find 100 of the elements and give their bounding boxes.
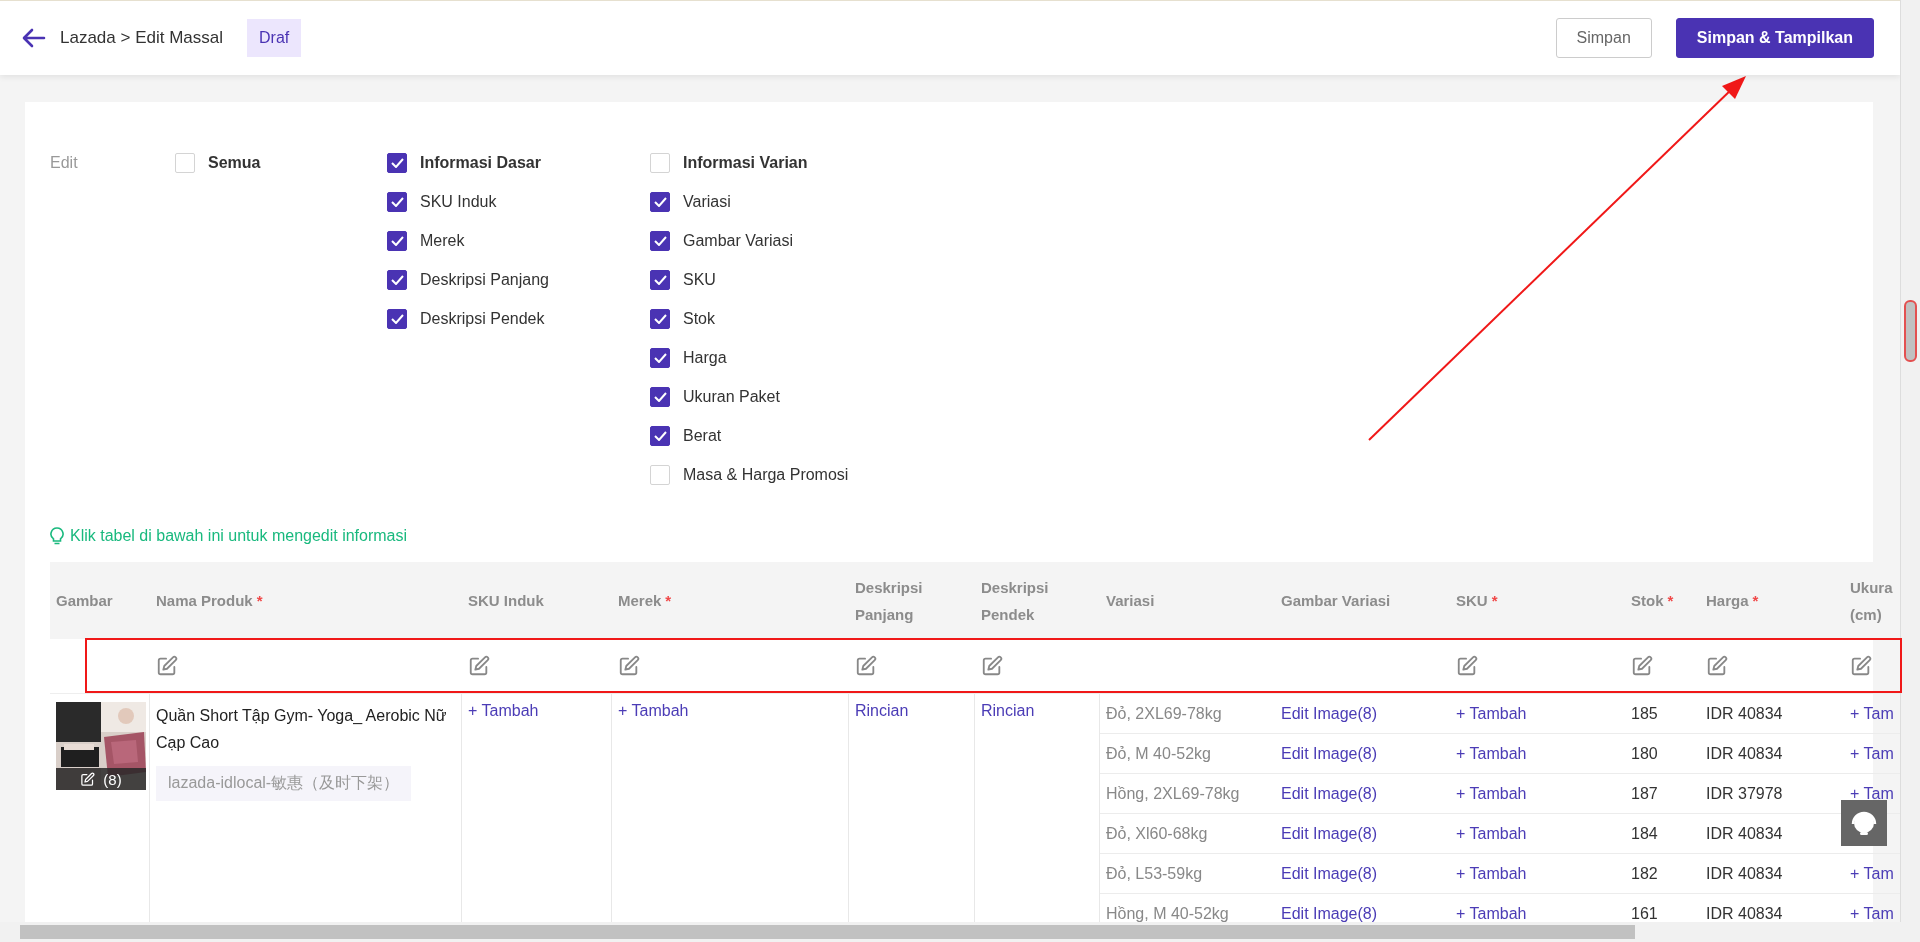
checkmark-icon (653, 197, 667, 207)
checkmark-icon (390, 158, 404, 168)
support-button[interactable] (1841, 800, 1887, 846)
checkbox-label: Berat (683, 427, 722, 445)
variant-name: Hồng, 2XL69-78kg (1100, 774, 1275, 814)
edit-image-link[interactable]: Edit Image(8) (1281, 904, 1378, 922)
edit-image-link[interactable]: Edit Image(8) (1281, 784, 1378, 803)
checkbox-label: Merek (420, 232, 465, 250)
checkbox-label: SKU Induk (420, 193, 497, 211)
column-header: Deskripsi Panjang (849, 562, 975, 639)
checkbox-label: Semua (208, 154, 261, 172)
add-link[interactable]: + Tambah (1456, 904, 1527, 922)
variant-name: Đỏ, 2XL69-78kg (1100, 694, 1275, 734)
column-header: Gambar Variasi (1275, 562, 1450, 639)
column-header: SKU Induk (462, 562, 612, 639)
checkbox[interactable] (387, 192, 407, 212)
checkmark-icon (653, 431, 667, 441)
scroll-thumb[interactable] (20, 925, 1635, 939)
checkbox[interactable] (387, 153, 407, 173)
checkmark-icon (653, 392, 667, 402)
image-edit-bar[interactable]: (8) (56, 768, 146, 790)
add-link[interactable]: + Tam (1850, 784, 1894, 803)
checkbox-label: Gambar Variasi (683, 232, 793, 250)
checkbox[interactable] (650, 192, 670, 212)
edit-label: Edit (50, 153, 79, 173)
column-header: Nama Produk * (150, 562, 462, 639)
breadcrumb: Lazada > Edit Massal (60, 28, 223, 48)
add-link[interactable]: + Tam (1850, 744, 1894, 763)
checkbox-label: Informasi Varian (683, 154, 808, 172)
checkbox[interactable] (650, 426, 670, 446)
checkmark-icon (390, 275, 404, 285)
add-link[interactable]: + Tambah (1456, 824, 1527, 843)
hint-text: Klik tabel di bawah ini untuk mengedit informasi (70, 527, 408, 545)
add-link[interactable]: + Tam (1850, 864, 1894, 883)
add-link[interactable]: + Tambah (1456, 864, 1527, 883)
checkbox[interactable] (650, 231, 670, 251)
checkbox-label: Stok (683, 310, 715, 328)
column-header: Variasi (1100, 562, 1275, 639)
shop-tag: lazada-idlocal-敏惠（及时下架） (156, 766, 412, 801)
checkbox[interactable] (650, 309, 670, 329)
checkbox-label: SKU (683, 271, 716, 289)
checkbox-label: Deskripsi Panjang (420, 271, 549, 289)
stock-cell: 184 (1625, 814, 1700, 854)
stock-cell: 187 (1625, 774, 1700, 814)
checkbox[interactable] (650, 348, 670, 368)
checkbox[interactable] (387, 270, 407, 290)
add-link[interactable]: + Tambah (1456, 704, 1527, 723)
checkmark-icon (390, 314, 404, 324)
checkbox-label: Informasi Dasar (420, 154, 541, 172)
edit-image-link[interactable]: Edit Image(8) (1281, 744, 1378, 763)
checkmark-icon (390, 236, 404, 246)
checkbox[interactable] (387, 309, 407, 329)
save-button[interactable]: Simpan (1555, 18, 1652, 58)
checkmark-icon (390, 197, 404, 207)
add-link[interactable]: + Tambah (1456, 784, 1527, 803)
price-cell: IDR 40834 (1700, 694, 1844, 734)
details-link[interactable]: Rincian (981, 702, 1035, 720)
edit-image-link[interactable]: Edit Image(8) (1281, 824, 1378, 843)
variant-name: Đỏ, M 40-52kg (1100, 734, 1275, 774)
scroll-thumb[interactable] (1904, 300, 1917, 362)
edit-image-link[interactable]: Edit Image(8) (1281, 864, 1378, 883)
status-badge: Draf (247, 19, 302, 57)
checkbox[interactable] (387, 231, 407, 251)
add-link[interactable]: + Tambah (1456, 744, 1527, 763)
lightbulb-icon (50, 527, 64, 545)
checkmark-icon (653, 236, 667, 246)
column-header: Merek * (612, 562, 849, 639)
column-header: Deskripsi Pendek (975, 562, 1100, 639)
add-link[interactable]: + Tam (1850, 904, 1894, 922)
price-cell: IDR 40834 (1700, 734, 1844, 774)
checkbox-label: Deskripsi Pendek (420, 310, 545, 328)
edit-image-link[interactable]: Edit Image(8) (1281, 704, 1378, 723)
back-arrow-icon[interactable] (22, 28, 46, 48)
product-name: Quần Short Tập Gym- Yoga_ Aerobic Nữ Cạp Cao (156, 706, 448, 753)
stock-cell: 185 (1625, 694, 1700, 734)
variant-name: Đỏ, L53-59kg (1100, 854, 1275, 894)
column-header: SKU * (1450, 562, 1625, 639)
variant-name: Đỏ, Xl60-68kg (1100, 814, 1275, 854)
checkmark-icon (653, 314, 667, 324)
stock-cell: 182 (1625, 854, 1700, 894)
checkbox-label: Harga (683, 349, 727, 367)
checkbox-label: Variasi (683, 193, 731, 211)
add-link[interactable]: + Tambah (468, 702, 539, 720)
column-header: Stok * (1625, 562, 1700, 639)
add-link[interactable]: + Tambah (618, 702, 689, 720)
save-and-show-button[interactable]: Simpan & Tampilkan (1675, 18, 1874, 58)
price-cell: IDR 40834 (1700, 854, 1844, 894)
details-link[interactable]: Rincian (855, 702, 909, 720)
vertical-scrollbar[interactable] (1900, 0, 1920, 922)
add-link[interactable]: + Tam (1850, 704, 1894, 723)
checkmark-icon (653, 353, 667, 363)
stock-cell: 180 (1625, 734, 1700, 774)
image-count: (8) (103, 770, 122, 788)
edit-icon[interactable] (80, 771, 96, 787)
checkbox-label: Ukuran Paket (683, 388, 780, 406)
checkbox[interactable] (650, 387, 670, 407)
column-header: Gambar (50, 562, 150, 639)
checkbox-label: Masa & Harga Promosi (683, 466, 849, 484)
checkmark-icon (653, 275, 667, 285)
checkbox[interactable] (650, 270, 670, 290)
